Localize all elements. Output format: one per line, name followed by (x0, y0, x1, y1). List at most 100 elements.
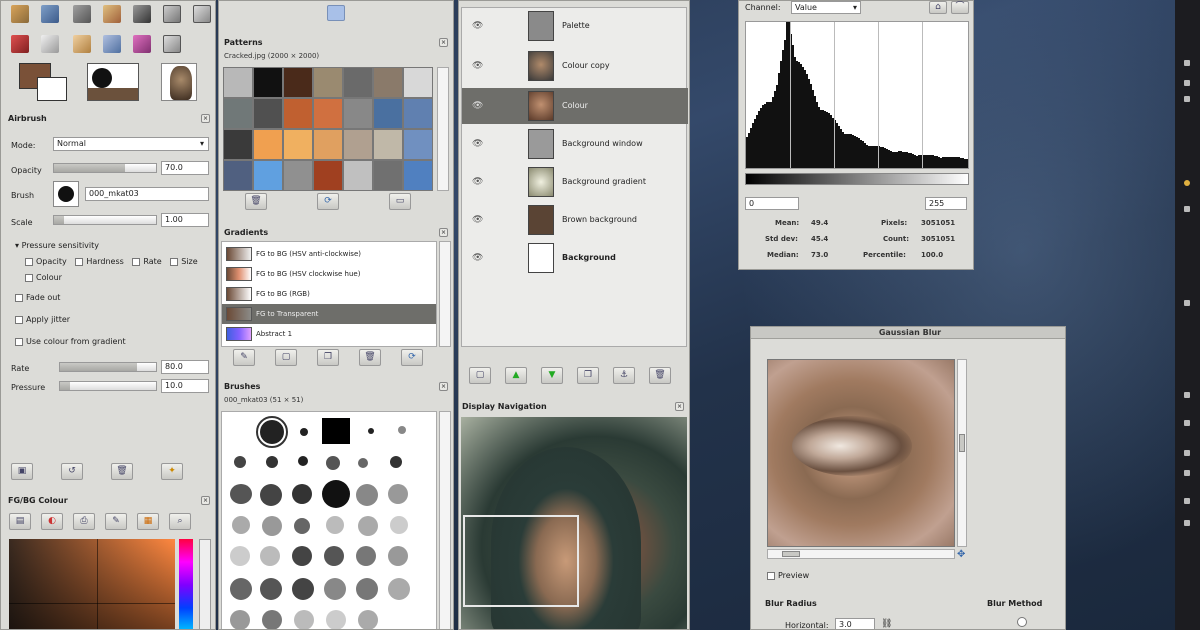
layer-row-selected[interactable]: 👁 Colour (462, 88, 688, 124)
pattern-swatch[interactable] (253, 129, 283, 160)
delete-options-icon[interactable]: 🗑 (111, 463, 133, 480)
eye-icon[interactable]: 👁 (472, 215, 483, 225)
brush-swatch[interactable] (388, 484, 408, 504)
eye-icon[interactable]: 👁 (472, 101, 483, 111)
color-wheel-icon[interactable]: ◐ (41, 513, 63, 530)
pattern-swatch[interactable] (403, 160, 433, 191)
blur-preview-hscroll[interactable] (767, 549, 955, 559)
brush-swatch[interactable] (292, 546, 312, 566)
brush-swatch[interactable] (260, 546, 280, 566)
layer-row[interactable]: 👁 Colour copy (462, 48, 688, 84)
paint-tool-icon[interactable] (133, 5, 151, 23)
raise-layer-icon[interactable]: ▲ (505, 367, 527, 384)
rate-slider[interactable] (59, 362, 157, 372)
delete-pattern-icon[interactable]: 🗑 (245, 193, 267, 210)
opacity-input[interactable]: 70.0 (161, 161, 209, 175)
preview-checkbox[interactable] (767, 571, 775, 580)
pattern-swatch[interactable] (373, 67, 403, 98)
refresh-pattern-icon[interactable]: ⟳ (317, 193, 339, 210)
log-histogram-icon[interactable]: ⌒ (951, 1, 969, 14)
layer-row[interactable]: 👁 Brown background (462, 202, 688, 238)
hue-strip[interactable] (179, 539, 193, 629)
dock-launcher-icon[interactable] (1184, 520, 1190, 526)
brush-swatch[interactable] (324, 546, 344, 566)
opacity-checkbox[interactable] (25, 257, 33, 266)
restore-options-icon[interactable]: ↺ (61, 463, 83, 480)
brush-swatch[interactable] (234, 456, 246, 468)
brush-swatch[interactable] (398, 426, 406, 434)
pattern-swatch[interactable] (313, 129, 343, 160)
navigation-preview[interactable] (461, 417, 687, 629)
palette-icon[interactable]: ▦ (137, 513, 159, 530)
colour-checkbox[interactable] (25, 273, 33, 282)
eye-icon[interactable]: 👁 (472, 61, 483, 71)
align-tool-icon[interactable] (193, 5, 211, 23)
dock-top-button[interactable] (327, 5, 345, 21)
pressure-input[interactable]: 10.0 (161, 379, 209, 393)
brush-swatch[interactable] (300, 428, 308, 436)
eye-icon[interactable]: 👁 (472, 177, 483, 187)
open-pattern-folder-icon[interactable]: ▭ (389, 193, 411, 210)
eye-icon[interactable]: 👁 (472, 253, 483, 263)
brush-swatch[interactable] (322, 418, 350, 444)
navigate-preview-icon[interactable]: ✥ (957, 549, 969, 561)
patterns-close-icon[interactable]: × (439, 38, 448, 47)
new-gradient-icon[interactable]: ▢ (275, 349, 297, 366)
brush-swatch[interactable] (388, 546, 408, 566)
navigation-close-icon[interactable]: × (675, 402, 684, 411)
scale-slider[interactable] (53, 215, 157, 225)
brush-swatch[interactable] (262, 610, 282, 629)
dock-launcher-icon[interactable] (1184, 80, 1190, 86)
brush-swatch[interactable] (294, 518, 310, 534)
brush-swatch[interactable] (260, 484, 282, 506)
scale-input[interactable]: 1.00 (161, 213, 209, 227)
dock-launcher-icon[interactable] (1184, 450, 1190, 456)
delete-gradient-icon[interactable]: 🗑 (359, 349, 381, 366)
fade-out-checkbox[interactable] (15, 293, 23, 302)
size-checkbox[interactable] (170, 257, 179, 266)
duplicate-gradient-icon[interactable]: ❐ (317, 349, 339, 366)
layer-row[interactable]: 👁 Background window (462, 126, 688, 162)
blur-preview[interactable] (767, 359, 955, 547)
brush-swatch[interactable] (390, 516, 408, 534)
dodge-tool-icon[interactable] (41, 35, 59, 53)
active-brush-preview[interactable] (87, 63, 139, 101)
pattern-swatch[interactable] (403, 98, 433, 129)
layer-row[interactable]: 👁 Palette (462, 8, 688, 44)
brush-swatch[interactable] (232, 516, 250, 534)
heal-tool-icon[interactable] (133, 35, 151, 53)
pattern-swatch[interactable] (223, 98, 253, 129)
printer-icon[interactable]: ⎙ (73, 513, 95, 530)
new-layer-icon[interactable]: ▢ (469, 367, 491, 384)
smudge-tool-icon[interactable] (103, 35, 121, 53)
reset-options-icon[interactable]: ✦ (161, 463, 183, 480)
blur-method-radio[interactable] (1017, 617, 1027, 627)
brush-swatch[interactable] (256, 416, 288, 448)
brushes-close-icon[interactable]: × (439, 382, 448, 391)
fuzzy-select-tool-icon[interactable] (41, 5, 59, 23)
navigation-viewport-rect[interactable] (463, 515, 579, 607)
paint-bucket-tool-icon[interactable] (11, 35, 29, 53)
rate-checkbox[interactable] (132, 257, 141, 266)
hardness-checkbox[interactable] (75, 257, 84, 266)
apply-jitter-checkbox[interactable] (15, 315, 23, 324)
colour-dock-close-icon[interactable]: × (201, 496, 210, 505)
pattern-swatch[interactable] (373, 98, 403, 129)
pattern-swatch[interactable] (403, 129, 433, 160)
brush-swatch[interactable] (292, 484, 312, 504)
brushes-scrollbar[interactable] (439, 411, 451, 629)
delete-layer-icon[interactable]: 🗑 (649, 367, 671, 384)
eye-icon[interactable]: 👁 (472, 139, 483, 149)
brush-swatch[interactable] (358, 610, 378, 629)
brush-swatch[interactable] (326, 610, 346, 629)
dock-launcher-icon[interactable] (1184, 180, 1190, 186)
dock-launcher-icon[interactable] (1184, 470, 1190, 476)
linear-histogram-icon[interactable]: ⌂ (929, 1, 947, 14)
brush-swatch[interactable] (390, 456, 402, 468)
watercolor-icon[interactable]: ✎ (105, 513, 127, 530)
pattern-swatch[interactable] (373, 160, 403, 191)
pattern-swatch[interactable] (253, 160, 283, 191)
pattern-swatch[interactable] (283, 160, 313, 191)
brush-swatch[interactable] (326, 516, 344, 534)
pattern-swatch[interactable] (373, 129, 403, 160)
